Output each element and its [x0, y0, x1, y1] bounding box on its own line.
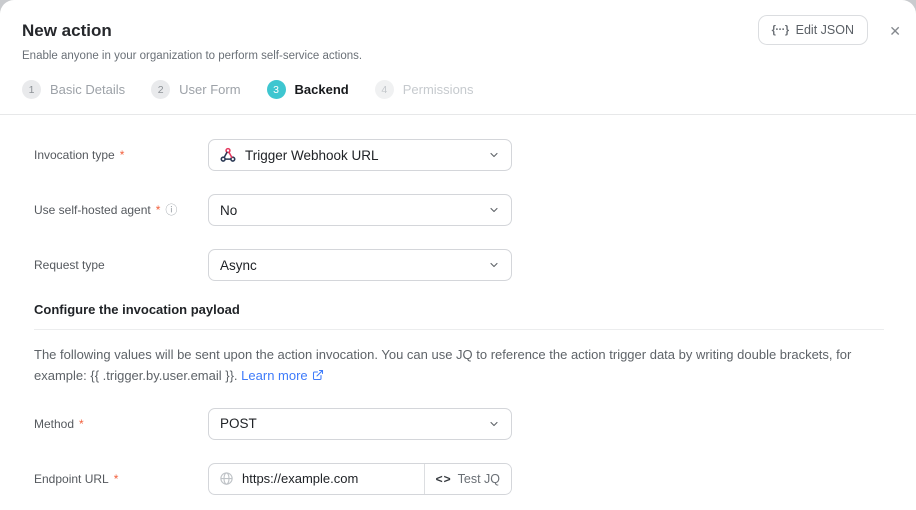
label-text: Request type [34, 258, 105, 272]
learn-more-label: Learn more [241, 368, 307, 383]
invocation-type-select[interactable]: Trigger Webhook URL [208, 139, 512, 171]
request-type-row: Request type Async [34, 249, 884, 281]
endpoint-url-input[interactable] [242, 471, 414, 486]
step-label: Basic Details [50, 82, 125, 97]
required-marker: * [79, 417, 84, 431]
self-hosted-agent-label: Use self-hosted agent * ⓘ [34, 203, 208, 217]
step-label: Backend [295, 82, 349, 97]
new-action-modal: New action Enable anyone in your organiz… [0, 0, 916, 510]
test-jq-label: Test JQ [458, 472, 500, 486]
endpoint-url-label: Endpoint URL * [34, 472, 208, 486]
chevron-down-icon [488, 204, 500, 216]
method-label: Method * [34, 417, 208, 431]
step-number-badge: 3 [267, 80, 286, 99]
info-icon[interactable]: ⓘ [165, 204, 177, 216]
step-number-badge: 2 [151, 80, 170, 99]
method-row: Method * POST [34, 408, 884, 440]
globe-icon [219, 471, 234, 486]
payload-section-title: Configure the invocation payload [34, 302, 884, 317]
chevron-down-icon [488, 418, 500, 430]
chevron-down-icon [488, 259, 500, 271]
step-basic-details[interactable]: 1 Basic Details [22, 80, 125, 99]
webhook-icon [220, 147, 236, 163]
label-text: Invocation type [34, 148, 115, 162]
request-type-value: Async [220, 258, 257, 273]
modal-header: New action Enable anyone in your organiz… [0, 0, 916, 114]
form-content: Invocation type * Trigger Webhook URL [0, 139, 916, 495]
endpoint-input-wrap [209, 464, 424, 494]
payload-description: The following values will be sent upon t… [34, 345, 884, 388]
payload-section-divider [34, 329, 884, 330]
chevron-down-icon [488, 149, 500, 161]
invocation-type-label: Invocation type * [34, 148, 208, 162]
method-value: POST [220, 416, 257, 431]
step-label: User Form [179, 82, 240, 97]
label-text: Endpoint URL [34, 472, 109, 486]
edit-json-label: Edit JSON [796, 23, 854, 37]
request-type-label: Request type [34, 258, 208, 272]
method-select[interactable]: POST [208, 408, 512, 440]
step-number-badge: 4 [375, 80, 394, 99]
self-hosted-agent-value: No [220, 203, 237, 218]
invocation-type-value: Trigger Webhook URL [245, 148, 379, 163]
test-jq-button[interactable]: <> Test JQ [425, 464, 511, 494]
close-icon[interactable]: ✕ [885, 20, 905, 42]
payload-description-text: The following values will be sent upon t… [34, 347, 851, 383]
label-text: Method [34, 417, 74, 431]
json-braces-icon: {···} [772, 24, 789, 36]
self-hosted-agent-select[interactable]: No [208, 194, 512, 226]
invocation-type-row: Invocation type * Trigger Webhook URL [34, 139, 884, 171]
code-icon: <> [436, 472, 452, 486]
endpoint-url-field: <> Test JQ [208, 463, 512, 495]
step-user-form[interactable]: 2 User Form [151, 80, 240, 99]
page-subtitle: Enable anyone in your organization to pe… [22, 50, 894, 62]
self-hosted-agent-row: Use self-hosted agent * ⓘ No [34, 194, 884, 226]
request-type-select[interactable]: Async [208, 249, 512, 281]
header-divider [0, 114, 916, 115]
required-marker: * [114, 472, 119, 486]
step-permissions[interactable]: 4 Permissions [375, 80, 474, 99]
required-marker: * [120, 148, 125, 162]
step-backend[interactable]: 3 Backend [267, 80, 349, 99]
label-text: Use self-hosted agent [34, 203, 151, 217]
endpoint-url-row: Endpoint URL * <> Test JQ [34, 463, 884, 495]
edit-json-button[interactable]: {···} Edit JSON [758, 15, 868, 45]
required-marker: * [156, 203, 161, 217]
external-link-icon [312, 369, 324, 384]
learn-more-link[interactable]: Learn more [241, 368, 323, 383]
step-number-badge: 1 [22, 80, 41, 99]
wizard-stepper: 1 Basic Details 2 User Form 3 Backend 4 … [22, 80, 894, 114]
step-label: Permissions [403, 82, 474, 97]
